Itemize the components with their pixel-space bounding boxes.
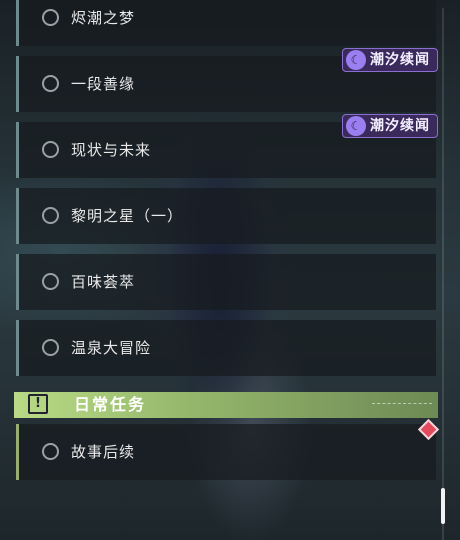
quest-label: 烬潮之梦 <box>71 9 136 27</box>
quest-tag-label: 潮汐续闻 <box>370 118 430 134</box>
quest-status-circle-icon <box>42 207 59 224</box>
quest-label: 百味荟萃 <box>71 273 136 291</box>
section-title: 日常任务 <box>74 395 147 414</box>
quest-row[interactable]: 黎明之星（一） <box>16 188 436 244</box>
quest-row[interactable]: 故事后续 <box>16 424 436 480</box>
quest-status-circle-icon <box>42 9 59 26</box>
quest-label: 现状与未来 <box>71 141 152 159</box>
scrollbar-thumb[interactable] <box>441 488 445 524</box>
tide-emblem-icon: ☾ <box>346 116 366 136</box>
quest-tag-label: 潮汐续闻 <box>370 52 430 68</box>
exclamation-icon: ! <box>28 394 48 414</box>
quest-row[interactable]: 烬潮之梦 <box>16 0 436 46</box>
quest-tag-badge: ☾ 潮汐续闻 <box>342 114 438 138</box>
quest-label: 黎明之星（一） <box>71 207 184 225</box>
quest-status-circle-icon <box>42 339 59 356</box>
quest-label: 一段善缘 <box>71 75 136 93</box>
quest-tag-badge: ☾ 潮汐续闻 <box>342 48 438 72</box>
quest-status-circle-icon <box>42 273 59 290</box>
quest-label: 温泉大冒险 <box>71 339 152 357</box>
quest-status-circle-icon <box>42 141 59 158</box>
tide-emblem-icon: ☾ <box>346 50 366 70</box>
scrollbar-track[interactable] <box>442 8 444 540</box>
quest-row[interactable]: 百味荟萃 <box>16 254 436 310</box>
section-decoration <box>372 403 432 408</box>
quest-status-circle-icon <box>42 443 59 460</box>
quest-row[interactable]: 温泉大冒险 <box>16 320 436 376</box>
daily-quests-section-header[interactable]: ! 日常任务 <box>14 392 438 418</box>
quest-label: 故事后续 <box>71 443 136 461</box>
quest-status-circle-icon <box>42 75 59 92</box>
